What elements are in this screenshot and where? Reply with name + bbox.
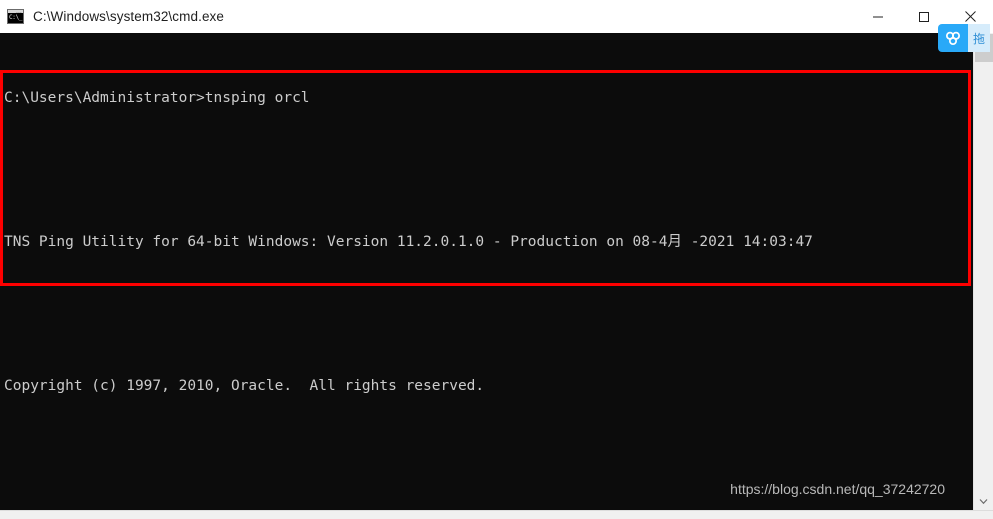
window-title: C:\Windows\system32\cmd.exe	[33, 9, 225, 24]
window-bottom-edge	[0, 510, 993, 519]
title-bar[interactable]: ••• C:\_ C:\Windows\system32\cmd.exe	[0, 0, 993, 34]
minimize-button[interactable]	[855, 1, 901, 33]
baidu-netdisk-button[interactable]	[938, 24, 968, 52]
console-line: TNS Ping Utility for 64-bit Windows: Ver…	[4, 234, 813, 250]
vertical-scrollbar[interactable]	[973, 33, 993, 511]
console-line: Copyright (c) 1997, 2010, Oracle. All ri…	[4, 378, 485, 394]
watermark: https://blog.csdn.net/qq_37242720	[730, 481, 945, 497]
cmd-window: ••• C:\_ C:\Windows\system32\cmd.exe C:\…	[0, 0, 993, 519]
baidu-netdisk-widget[interactable]: 拖	[938, 24, 991, 52]
cmd-icon-body: C:\_	[8, 13, 23, 23]
close-icon	[964, 11, 976, 22]
console-line: C:\Users\Administrator>tnsping orcl	[4, 90, 310, 106]
baidu-netdisk-icon	[945, 31, 961, 46]
scrollbar-down-button[interactable]	[974, 492, 993, 511]
console-output-area[interactable]: C:\Users\Administrator>tnsping orcl TNS …	[0, 33, 973, 511]
cmd-icon: ••• C:\_	[7, 9, 24, 24]
baidu-netdisk-label[interactable]: 拖	[968, 24, 991, 52]
maximize-icon	[919, 11, 929, 22]
console-text: C:\Users\Administrator>tnsping orcl TNS …	[4, 38, 973, 511]
minimize-icon	[873, 16, 883, 17]
chevron-down-icon	[979, 499, 988, 505]
